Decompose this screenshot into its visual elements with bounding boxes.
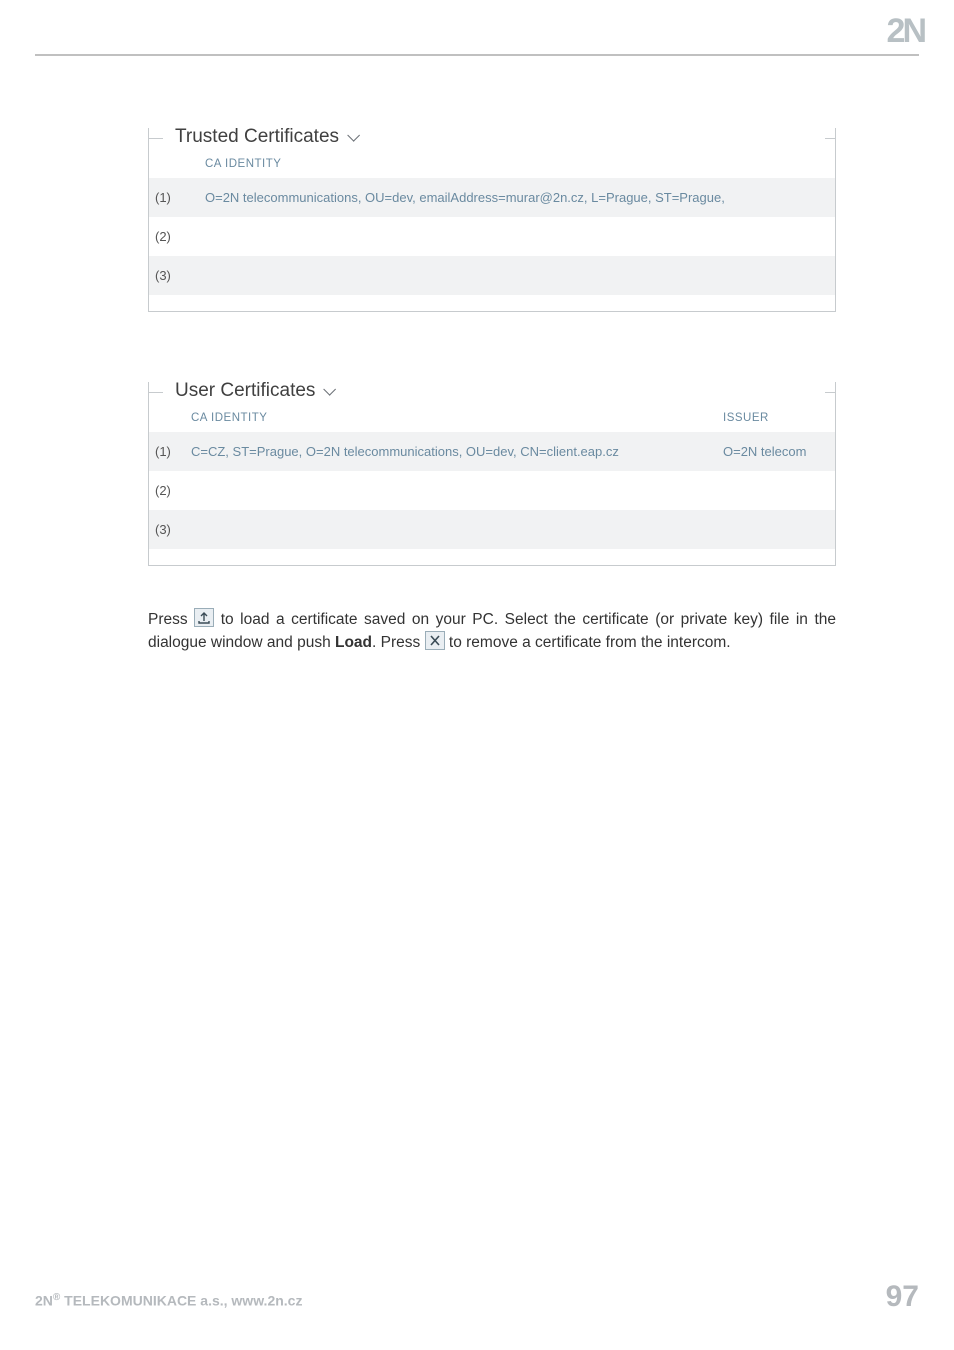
header-rule [35, 54, 919, 56]
footer-brand: 2N [35, 1293, 53, 1309]
row-identity [197, 217, 835, 256]
footer-company: 2N® TELEKOMUNIKACE a.s., www.2n.cz [35, 1292, 302, 1309]
row-issuer [715, 471, 835, 510]
user-title-label: User Certificates [175, 380, 315, 402]
row-index: (2) [149, 217, 197, 256]
user-certificates-card: User Certificates CA IDENTITY ISSUER (1)… [148, 382, 836, 555]
row-index: (3) [149, 510, 183, 549]
row-identity [183, 510, 715, 549]
user-certificates-title[interactable]: User Certificates [171, 380, 338, 402]
chevron-down-icon [347, 129, 360, 142]
row-index: (2) [149, 471, 183, 510]
brand-logo: 2N [887, 12, 924, 51]
desc-load-label: Load [335, 634, 372, 651]
row-issuer: O=2N telecom [715, 432, 835, 471]
trusted-certificates-table: CA IDENTITY (1) O=2N telecommunications,… [149, 128, 835, 295]
user-certificates-table: CA IDENTITY ISSUER (1) C=CZ, ST=Prague, … [149, 382, 835, 549]
page-number: 97 [886, 1280, 919, 1314]
chevron-down-icon [324, 383, 337, 396]
table-row[interactable]: (3) [149, 256, 835, 295]
row-index: (1) [149, 432, 183, 471]
row-identity: C=CZ, ST=Prague, O=2N telecommunications… [183, 432, 715, 471]
upload-icon [194, 608, 214, 627]
desc-text-1: Press [148, 611, 194, 628]
footer-rest: TELEKOMUNIKACE a.s., www.2n.cz [60, 1293, 302, 1309]
row-identity [197, 256, 835, 295]
close-icon [425, 631, 445, 650]
table-header-issuer: ISSUER [715, 382, 835, 432]
row-index: (3) [149, 256, 197, 295]
instruction-paragraph: Press to load a certificate saved on you… [148, 608, 836, 655]
row-index: (1) [149, 178, 197, 217]
row-identity: O=2N telecommunications, OU=dev, emailAd… [197, 178, 835, 217]
trusted-certificates-card: Trusted Certificates CA IDENTITY (1) O=2… [148, 128, 836, 301]
row-issuer [715, 510, 835, 549]
table-row[interactable]: (1) C=CZ, ST=Prague, O=2N telecommunicat… [149, 432, 835, 471]
trusted-title-label: Trusted Certificates [175, 126, 339, 148]
table-row[interactable]: (1) O=2N telecommunications, OU=dev, ema… [149, 178, 835, 217]
table-row[interactable]: (3) [149, 510, 835, 549]
row-identity [183, 471, 715, 510]
trusted-certificates-title[interactable]: Trusted Certificates [171, 126, 362, 148]
page-footer: 2N® TELEKOMUNIKACE a.s., www.2n.cz 97 [35, 1280, 919, 1314]
table-row[interactable]: (2) [149, 471, 835, 510]
desc-text-4: to remove a certificate from the interco… [449, 634, 731, 651]
desc-text-3: . Press [372, 634, 425, 651]
table-row[interactable]: (2) [149, 217, 835, 256]
